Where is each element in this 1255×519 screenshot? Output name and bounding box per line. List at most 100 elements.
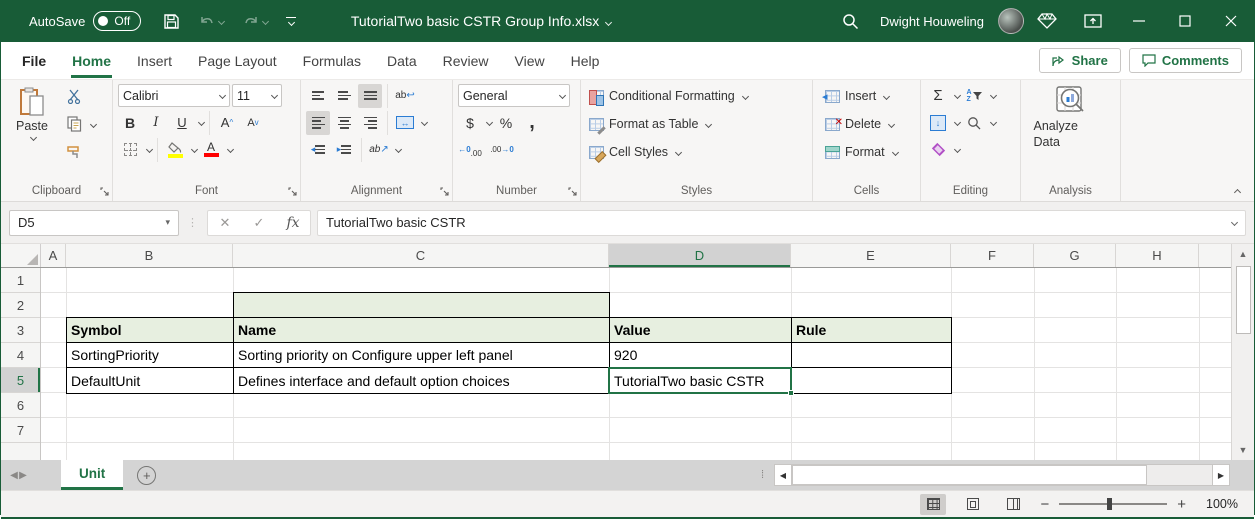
comma-style-button[interactable]: , <box>520 111 544 135</box>
sort-filter-button[interactable]: AZ <box>962 84 986 108</box>
underline-button[interactable]: U <box>170 111 194 135</box>
middle-align-button[interactable] <box>332 84 356 108</box>
merge-center-dropdown-icon[interactable] <box>421 119 428 126</box>
new-sheet-button[interactable]: + <box>137 466 156 485</box>
zoom-level[interactable]: 100% <box>1200 497 1238 511</box>
font-name-combo[interactable]: Calibri <box>118 84 230 107</box>
formula-input[interactable]: TutorialTwo basic CSTR <box>317 210 1246 236</box>
tab-formulas[interactable]: Formulas <box>290 42 374 80</box>
row-header-4[interactable]: 4 <box>1 343 40 368</box>
scroll-right-icon[interactable]: ▶ <box>1212 464 1230 486</box>
enter-icon[interactable]: ✓ <box>242 215 276 231</box>
autosave-toggle[interactable]: Off <box>93 11 141 31</box>
autosum-button[interactable]: Σ <box>926 84 950 108</box>
share-button[interactable]: Share <box>1039 48 1121 73</box>
italic-button[interactable]: I <box>144 111 168 135</box>
cell-d3[interactable]: Value <box>610 318 792 343</box>
insert-function-icon[interactable]: fx <box>276 215 310 231</box>
clear-button[interactable] <box>926 138 950 162</box>
fill-button[interactable]: ↓ <box>926 111 950 135</box>
horizontal-scroll-thumb[interactable] <box>792 465 1147 485</box>
column-header-b[interactable]: B <box>66 244 233 267</box>
column-header-f[interactable]: F <box>951 244 1034 267</box>
copy-icon[interactable] <box>62 112 86 136</box>
tab-view[interactable]: View <box>502 42 558 80</box>
underline-dropdown-icon[interactable] <box>198 119 205 126</box>
vertical-scrollbar[interactable]: ▲ ▼ <box>1231 244 1254 460</box>
delete-cells-button[interactable]: Delete <box>818 111 901 137</box>
tab-file[interactable]: File <box>9 42 59 80</box>
row-header-partial[interactable] <box>1 443 40 460</box>
orientation-button[interactable]: ab↗ <box>367 138 391 162</box>
font-color-button[interactable]: A <box>199 138 223 162</box>
undo-icon[interactable] <box>198 14 224 29</box>
fill-dropdown-icon[interactable] <box>954 119 961 126</box>
autosum-dropdown-icon[interactable] <box>954 92 961 99</box>
column-header-h[interactable]: H <box>1116 244 1199 267</box>
bold-button[interactable]: B <box>118 111 142 135</box>
decrease-indent-button[interactable]: ◂ <box>306 138 330 162</box>
percent-style-button[interactable]: % <box>494 111 518 135</box>
search-icon[interactable] <box>828 0 874 42</box>
clear-dropdown-icon[interactable] <box>954 146 961 153</box>
wrap-text-button[interactable]: ab↩ <box>393 84 417 108</box>
scroll-left-icon[interactable]: ◀ <box>774 464 792 486</box>
horizontal-scroll-track[interactable] <box>792 464 1212 486</box>
fill-color-dropdown-icon[interactable] <box>191 146 198 153</box>
find-select-button[interactable] <box>962 111 986 135</box>
row-header-3[interactable]: 3 <box>1 318 40 343</box>
bottom-align-button[interactable] <box>358 84 382 108</box>
top-align-button[interactable] <box>306 84 330 108</box>
copy-dropdown-icon[interactable] <box>90 120 97 127</box>
scroll-down-icon[interactable]: ▼ <box>1232 440 1254 460</box>
borders-button[interactable] <box>118 138 142 162</box>
name-box-dropdown-icon[interactable]: ▾ <box>165 217 170 228</box>
gem-icon[interactable] <box>1024 0 1070 42</box>
zoom-in-button[interactable]: + <box>1177 496 1186 513</box>
analyze-data-button[interactable]: Analyze Data <box>1034 83 1108 180</box>
cell-d4[interactable]: 920 <box>610 343 792 368</box>
number-dialog-launcher[interactable] <box>568 187 577 196</box>
tab-review[interactable]: Review <box>430 42 502 80</box>
name-box-resize-handle[interactable]: ⋮ <box>185 221 201 225</box>
window-title[interactable]: TutorialTwo basic CSTR Group Info.xlsx <box>296 13 666 29</box>
conditional-formatting-button[interactable]: Conditional Formatting <box>586 83 751 109</box>
tab-data[interactable]: Data <box>374 42 430 80</box>
font-dialog-launcher[interactable] <box>288 187 297 196</box>
horizontal-scrollbar[interactable]: ⁞ ◀ ▶ <box>761 464 1230 486</box>
column-header-c[interactable]: C <box>233 244 609 267</box>
row-header-5[interactable]: 5 <box>1 368 40 393</box>
format-cells-button[interactable]: Format <box>818 139 901 165</box>
paste-button[interactable]: Paste <box>6 83 58 180</box>
font-color-dropdown-icon[interactable] <box>227 146 234 153</box>
cell-e3[interactable]: Rule <box>792 318 951 343</box>
cut-icon[interactable] <box>62 84 86 108</box>
paste-dropdown-icon[interactable] <box>30 134 37 141</box>
format-painter-icon[interactable] <box>62 140 86 164</box>
select-all-button[interactable] <box>1 244 41 267</box>
row-header-7[interactable]: 7 <box>1 418 40 443</box>
column-header-e[interactable]: E <box>791 244 951 267</box>
title-dropdown-icon[interactable] <box>605 19 612 26</box>
scroll-up-icon[interactable]: ▲ <box>1232 244 1254 264</box>
column-header-g[interactable]: G <box>1034 244 1116 267</box>
undo-dropdown-icon[interactable] <box>218 17 225 24</box>
vertical-scroll-thumb[interactable] <box>1236 266 1251 334</box>
find-select-dropdown-icon[interactable] <box>990 119 997 126</box>
name-box[interactable]: D5 ▾ <box>9 210 179 236</box>
align-left-button[interactable] <box>306 111 330 135</box>
autosave-control[interactable]: AutoSave Off <box>29 11 141 31</box>
fill-color-button[interactable] <box>163 138 187 162</box>
cancel-icon[interactable]: ✕ <box>208 215 242 231</box>
cell-e5[interactable] <box>792 368 951 393</box>
increase-decimal-button[interactable]: ←0.00 <box>458 138 482 162</box>
sort-filter-dropdown-icon[interactable] <box>990 92 997 99</box>
increase-indent-button[interactable]: ▸ <box>332 138 356 162</box>
cells-region[interactable]: Symbol Name Value Rule SortingPriority S… <box>41 268 1231 460</box>
center-button[interactable] <box>332 111 356 135</box>
cell-c4[interactable]: Sorting priority on Configure upper left… <box>234 343 610 368</box>
alignment-dialog-launcher[interactable] <box>440 187 449 196</box>
normal-view-button[interactable] <box>920 494 946 515</box>
decrease-decimal-button[interactable]: .00→0 <box>490 138 514 162</box>
merge-center-button[interactable]: ↔ <box>393 111 417 135</box>
